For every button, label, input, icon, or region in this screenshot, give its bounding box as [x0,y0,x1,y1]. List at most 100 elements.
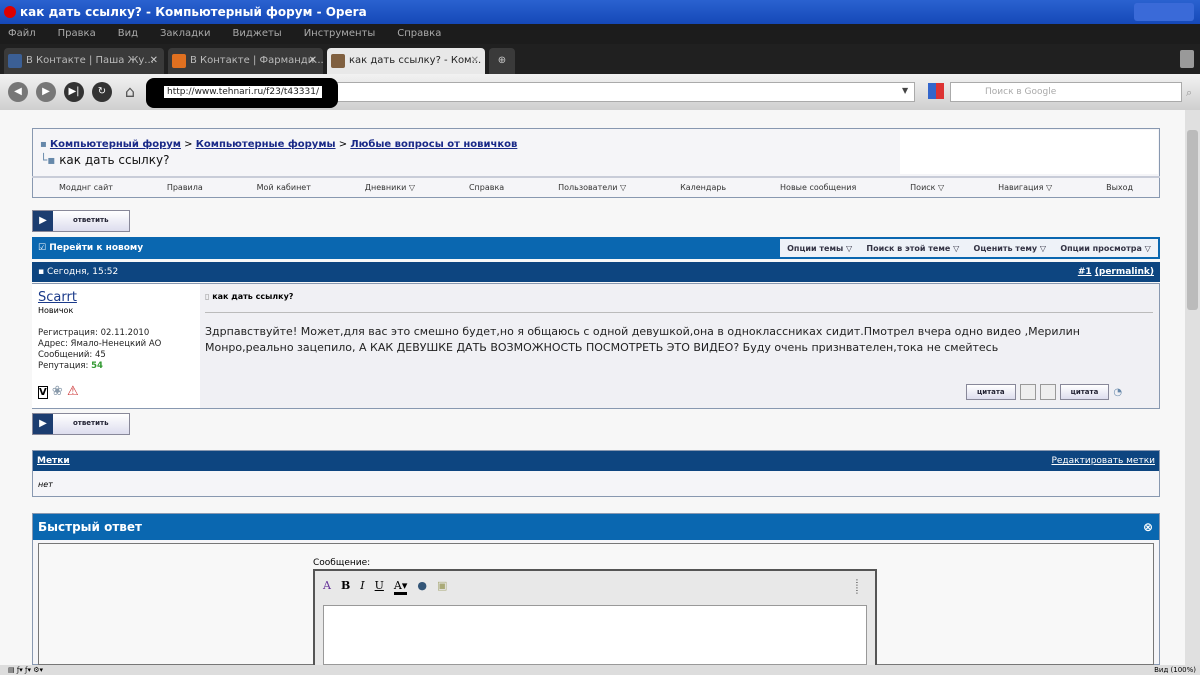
edit-tags-link[interactable]: Редактировать метки [1051,451,1155,471]
vk-favicon-icon [8,54,22,68]
arrow-icon: ▶ [33,414,53,434]
thanks-icon[interactable] [1019,384,1036,400]
close-tab-icon[interactable]: ✕ [471,48,479,74]
address-toolbar: ◀ ▶ ▶| ↻ ⌂ http://www.tehnari.ru/f23/t43… [0,74,1200,110]
quote-button[interactable]: цитата [966,384,1016,400]
italic-icon[interactable]: I [360,579,364,595]
tab-forum[interactable]: как дать ссылку? - Ком... ✕ [327,48,485,74]
menu-edit[interactable]: Правка [58,24,96,44]
window-controls[interactable] [1134,3,1194,21]
menu-file[interactable]: Файл [8,24,36,44]
link-icon[interactable]: ● [417,579,427,595]
nav-cabinet[interactable]: Мой кабинет [257,183,311,192]
reload-icon[interactable]: ↻ [92,82,112,102]
window-title-bar: как дать ссылку? - Компьютерный форум - … [0,0,1200,24]
nav-blogs[interactable]: Дневники ▽ [365,183,415,192]
forward-icon[interactable]: ▶ [36,82,56,102]
tab-label: В Контакте | Паша Жу... [26,55,154,66]
forum-favicon-icon [331,54,345,68]
panel-icon[interactable]: ▤ ƒ▾ ƒ▾ ⚙▾ [8,665,43,675]
nav-new-posts[interactable]: Новые сообщения [780,183,856,192]
doc-icon: ▯ [205,292,210,301]
scrollbar-thumb[interactable] [1187,130,1198,310]
breadcrumb-forums[interactable]: Компьютерные форумы [196,139,336,150]
icq-icon[interactable]: ❀ [52,384,63,399]
editor-resize-icon[interactable]: ⋮ ⋮ [853,579,861,595]
thread-title: как дать ссылку? [59,153,170,167]
edit-icon[interactable] [1039,384,1056,400]
goto-new-link[interactable]: Перейти к новому [49,243,143,253]
breadcrumb-sep: > [184,139,193,150]
menu-bookmarks[interactable]: Закладки [160,24,211,44]
message-textarea[interactable] [323,605,867,665]
quote-icon[interactable]: ▣ [437,579,447,595]
fast-forward-icon[interactable]: ▶| [64,82,84,102]
search-thread-menu[interactable]: Поиск в этой теме ▽ [866,244,959,253]
reply-button-bottom[interactable]: ▶ ответить [32,413,130,435]
thread-options-menu[interactable]: Опции темы ▽ [787,244,852,253]
bold-icon[interactable]: B [341,579,350,595]
user-icon[interactable]: ◔ [1113,387,1122,398]
nav-search[interactable]: Поиск ▽ [910,183,944,192]
tab-label: В Контакте | Фарманди... [190,55,323,66]
zoom-level[interactable]: Вид (100%) [1154,665,1196,675]
nav-rules[interactable]: Правила [167,183,203,192]
menu-tools[interactable]: Инструменты [304,24,376,44]
back-icon[interactable]: ◀ [8,82,28,102]
username[interactable]: Scarrt [38,290,77,305]
post-number[interactable]: #1 [1078,267,1092,277]
user-registration: Регистрация: 02.11.2010 [38,328,150,338]
tags-link[interactable]: Метки [37,456,70,466]
close-tab-icon[interactable]: ✕ [309,48,317,74]
collapse-icon[interactable]: ⊗ [1143,514,1153,540]
breadcrumb-newbies[interactable]: Любые вопросы от новичков [350,139,517,150]
underline-icon[interactable]: U [375,579,384,595]
editor-toolbar: A B I U A▾ ● ▣ [323,579,447,595]
menu-bar: Файл Правка Вид Закладки Виджеты Инструм… [0,24,1200,44]
reputation-label: Репутация: [38,361,89,371]
post-header: ▪ Сегодня, 15:52 #1 (permalink) [32,262,1160,282]
thread-options: Опции темы ▽ Поиск в этой теме ▽ Оценить… [780,239,1158,257]
tab-vk-1[interactable]: В Контакте | Паша Жу... ✕ [4,48,164,74]
close-tab-icon[interactable]: ✕ [150,48,158,74]
nav-help[interactable]: Справка [469,183,504,192]
remove-format-icon[interactable]: A [323,579,331,595]
thread-icon: └▪ [40,153,56,167]
reply-label: ответить [73,216,109,224]
tab-vk-2[interactable]: В Контакте | Фарманди... ✕ [168,48,323,74]
arrow-icon: ▶ [33,211,53,231]
view-options-menu[interactable]: Опции просмотра ▽ [1060,244,1150,253]
nav-users[interactable]: Пользователи ▽ [558,183,626,192]
font-color-icon[interactable]: A▾ [393,579,408,595]
breadcrumb-forum[interactable]: Компьютерный форум [50,139,181,150]
trash-icon[interactable] [1180,50,1194,68]
url-dropdown-icon[interactable]: ▼ [902,86,908,95]
home-icon[interactable]: ⌂ [120,82,140,102]
new-tab-button[interactable]: ⊕ [489,48,515,74]
menu-widgets[interactable]: Виджеты [233,24,282,44]
reply-button[interactable]: ▶ ответить [32,210,130,232]
banner-area [900,130,1158,174]
quick-reply-header: Быстрый ответ ⊗ [33,514,1159,540]
message-label: Сообщение: [313,558,371,568]
nav-mod[interactable]: Модднг сайт [59,183,113,192]
multiquote-button[interactable]: цитата [1059,384,1110,400]
menu-help[interactable]: Справка [397,24,441,44]
rate-thread-menu[interactable]: Оценить тему ▽ [974,244,1047,253]
search-input[interactable]: Поиск в Google [950,82,1182,102]
url-text[interactable]: http://www.tehnari.ru/f23/t43331/ [164,86,323,98]
opera-logo-icon [4,6,16,18]
post-icon: ▪ [38,267,45,277]
nav-logout[interactable]: Выход [1106,183,1133,192]
report-icon[interactable]: ⚠ [67,384,79,399]
menu-view[interactable]: Вид [118,24,138,44]
user-rank: Новичок [38,306,74,315]
search-icon[interactable]: ⌕ [1186,86,1192,100]
nav-navigation[interactable]: Навигация ▽ [998,183,1052,192]
google-icon[interactable] [928,83,944,99]
nav-calendar[interactable]: Календарь [680,183,726,192]
permalink[interactable]: (permalink) [1095,267,1154,277]
page-title: └▪ как дать ссылку? [40,153,169,167]
tags-header: Метки Редактировать метки [33,451,1159,471]
vk-icon[interactable]: V [38,386,48,399]
